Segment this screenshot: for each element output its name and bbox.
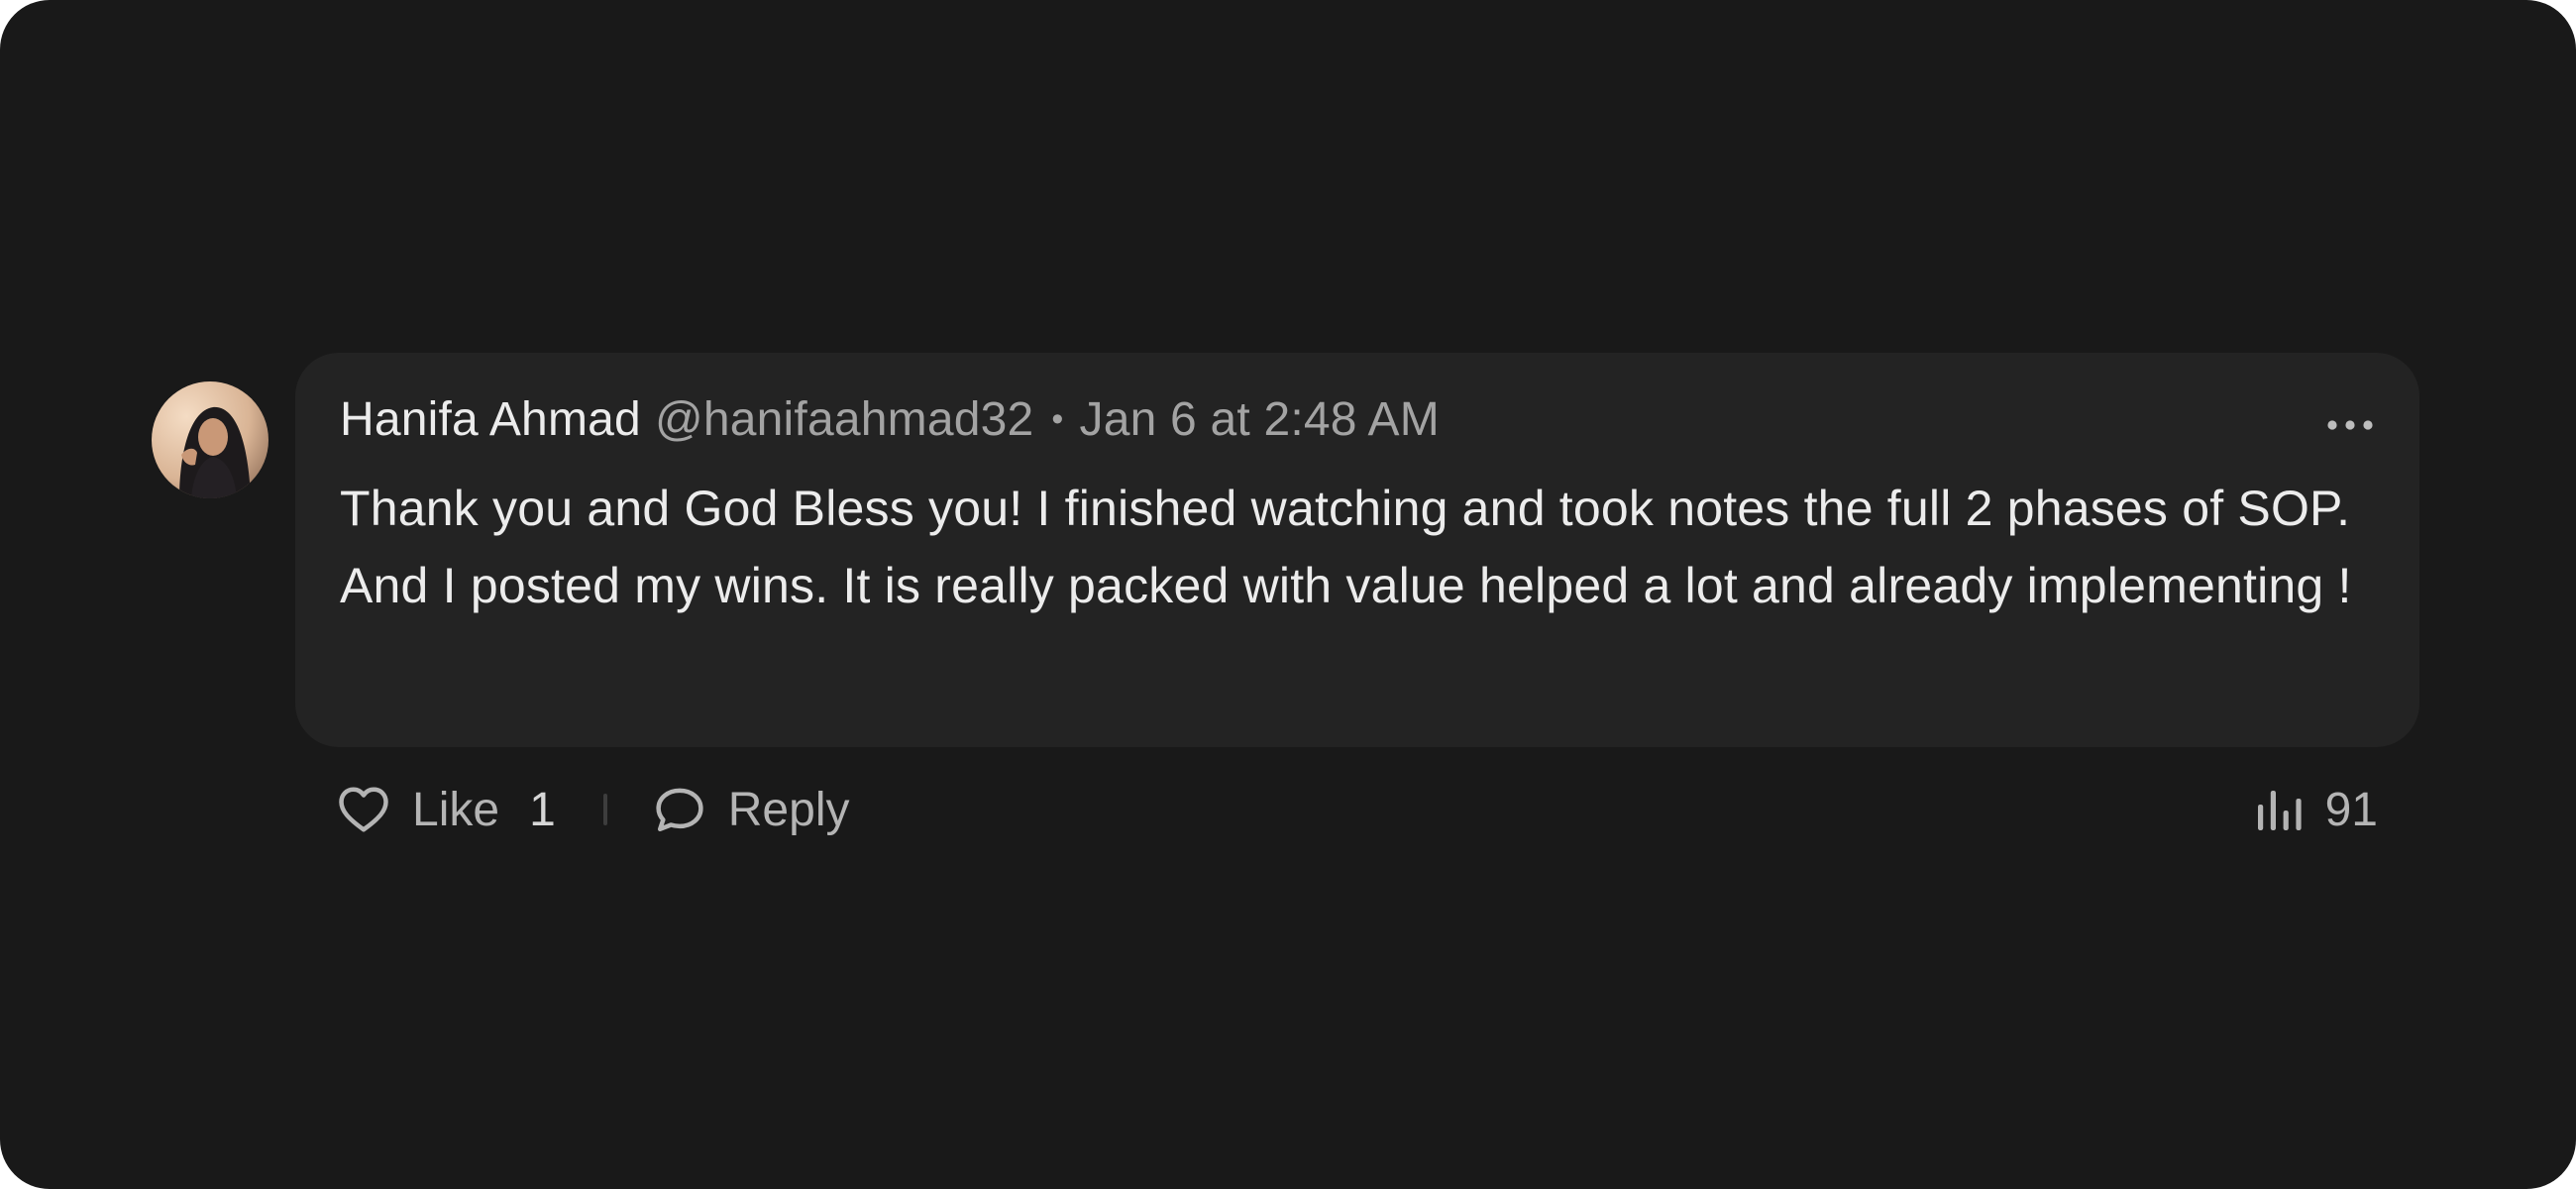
chat-bubble-icon: [656, 788, 703, 832]
like-count: 1: [529, 783, 556, 836]
more-options-button[interactable]: [2314, 400, 2386, 450]
reply-label: Reply: [727, 783, 850, 836]
comment-header: Hanifa Ahmad @hanifaahmad32 • Jan 6 at 2…: [340, 388, 1440, 450]
heart-icon: [339, 787, 388, 832]
like-button[interactable]: Like 1: [337, 783, 556, 837]
author-name[interactable]: Hanifa Ahmad: [340, 392, 641, 447]
bar-chart-icon: [2257, 791, 2302, 830]
comment-card: Hanifa Ahmad @hanifaahmad32 • Jan 6 at 2…: [0, 0, 2576, 1189]
avatar[interactable]: [152, 381, 268, 498]
views-stat: 91: [2256, 777, 2378, 842]
reply-button[interactable]: Reply: [653, 783, 850, 837]
comment-timestamp[interactable]: Jan 6 at 2:48 AM: [1080, 392, 1440, 447]
comment-body: Thank you and God Bless you! I finished …: [340, 481, 2352, 613]
avatar-image: [152, 381, 268, 498]
like-label: Like: [412, 783, 500, 836]
comment-actions: Like 1 Reply: [337, 777, 849, 842]
author-handle[interactable]: @hanifaahmad32: [655, 392, 1033, 447]
more-horizontal-icon: [2327, 420, 2373, 430]
action-divider: [602, 794, 607, 825]
header-separator: •: [1051, 399, 1064, 438]
views-count: 91: [2324, 783, 2378, 836]
